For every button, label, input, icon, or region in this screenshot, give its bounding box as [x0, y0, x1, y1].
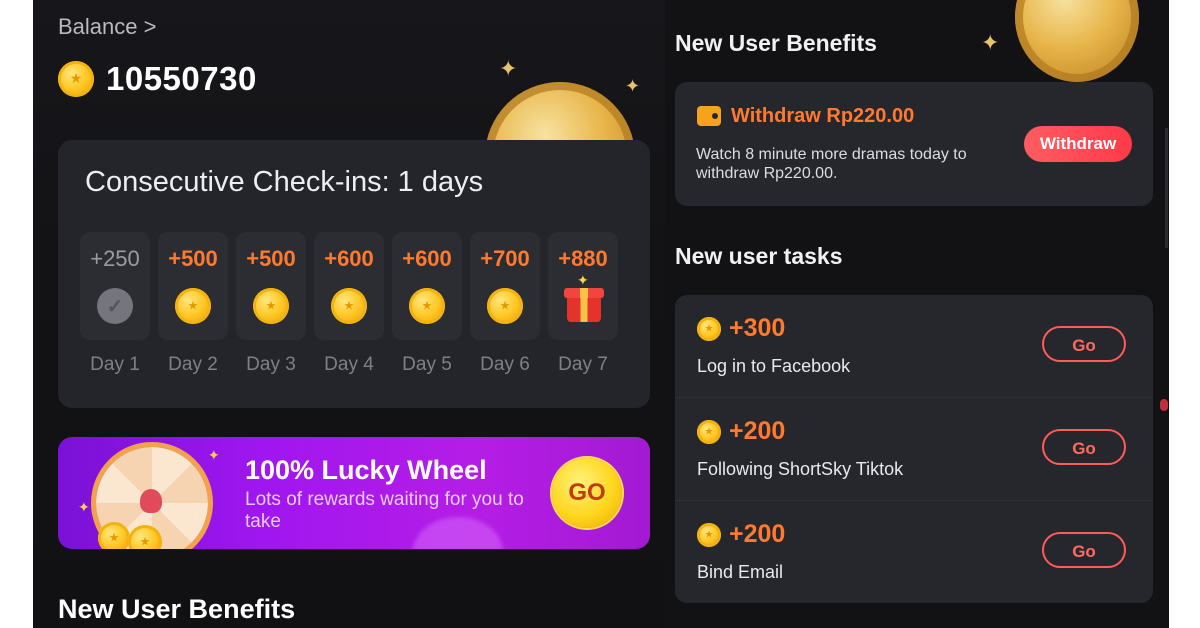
withdraw-button[interactable]: Withdraw [1024, 126, 1132, 162]
coin-icon [98, 522, 130, 549]
lucky-wheel-subtitle: Lots of rewards waiting for you to take [245, 489, 524, 532]
checkin-panel: Balance > 10550730 ✦ ✦ Consecutive Check… [33, 0, 665, 628]
balance-link[interactable]: Balance > [58, 14, 156, 40]
scrollbar[interactable] [1165, 128, 1168, 248]
sparkle-icon: ✦ [625, 76, 641, 96]
task-go-button[interactable]: Go [1042, 429, 1126, 465]
checkin-title: Consecutive Check-ins: 1 days [85, 166, 484, 198]
day-reward: +600 [402, 246, 452, 271]
day-reward: +880 [558, 246, 608, 271]
checkin-day-4[interactable]: +600 Day 4 [314, 232, 384, 375]
coin-icon [697, 420, 721, 444]
coin-icon [331, 288, 367, 324]
check-icon [97, 288, 133, 324]
section-heading: New user tasks [675, 243, 843, 269]
tasks-card: +300 Log in to Facebook Go +200 Followin… [675, 295, 1153, 603]
checkin-day-2[interactable]: +500 Day 2 [158, 232, 228, 375]
lucky-wheel-banner[interactable]: ✦ ✦ 100% Lucky Wheel Lots of rewards wai… [58, 437, 650, 549]
task-name: Bind Email [697, 562, 784, 582]
task-item: +300 Log in to Facebook Go [675, 295, 1153, 398]
sparkle-icon: ✦ [499, 56, 518, 81]
coin-icon [697, 523, 721, 547]
day-reward: +700 [480, 246, 530, 271]
task-name: Following ShortSky Tiktok [697, 459, 904, 479]
checkin-days: +250 Day 1 +500 Day 2 +500 Day 3 +600 Da… [80, 232, 618, 375]
day-label: Day 1 [90, 354, 140, 375]
sparkle-icon: ✦ [78, 499, 90, 515]
task-name: Log in to Facebook [697, 356, 851, 376]
coin-icon [487, 288, 523, 324]
checkin-day-6[interactable]: +700 Day 6 [470, 232, 540, 375]
withdraw-card: Withdraw Rp220.00 Watch 8 minute more dr… [675, 82, 1153, 206]
task-reward: +300 [729, 314, 786, 342]
day-reward: +500 [246, 246, 296, 271]
day-reward: +500 [168, 246, 218, 271]
day-reward: +250 [90, 246, 140, 271]
day-label: Day 7 [558, 354, 608, 375]
section-heading: New User Benefits [58, 594, 296, 624]
day-reward: +600 [324, 246, 374, 271]
lucky-wheel-go-button[interactable]: GO [552, 458, 622, 528]
day-label: Day 3 [246, 354, 296, 375]
wheel-prize-icon [140, 489, 162, 513]
lucky-wheel-title: 100% Lucky Wheel [245, 455, 487, 485]
sparkle-icon: ✦ [208, 447, 220, 463]
wallet-icon [697, 106, 721, 126]
task-go-button[interactable]: Go [1042, 326, 1126, 362]
coin-icon [175, 288, 211, 324]
section-heading: New User Benefits [675, 30, 877, 56]
task-go-button[interactable]: Go [1042, 532, 1126, 568]
day-label: Day 5 [402, 354, 452, 375]
notification-dot [1160, 399, 1168, 411]
gift-icon [564, 272, 604, 322]
task-item: +200 Following ShortSky Tiktok Go [675, 398, 1153, 501]
task-reward: +200 [729, 417, 786, 445]
balance-value: 10550730 [106, 60, 257, 97]
balance-row: 10550730 [58, 60, 257, 98]
day-label: Day 2 [168, 354, 218, 375]
sparkle-icon: ✦ [981, 30, 1000, 55]
day-label: Day 4 [324, 354, 374, 375]
task-reward: +200 [729, 520, 786, 548]
coin-icon [253, 288, 289, 324]
day-label: Day 6 [480, 354, 530, 375]
checkin-day-5[interactable]: +600 Day 5 [392, 232, 462, 375]
checkin-day-1[interactable]: +250 Day 1 [80, 232, 150, 375]
coin-icon [697, 317, 721, 341]
withdraw-title: Withdraw Rp220.00 [731, 105, 915, 127]
task-item: +200 Bind Email Go [675, 501, 1153, 604]
coin-icon [58, 61, 94, 97]
benefits-panel: ✦ New User Benefits Withdraw Rp220.00 Wa… [665, 0, 1169, 628]
checkin-day-3[interactable]: +500 Day 3 [236, 232, 306, 375]
checkin-day-7[interactable]: +880 Day 7 [548, 232, 618, 375]
coin-icon [409, 288, 445, 324]
decorative-coin-icon [1015, 0, 1139, 82]
checkin-card: Consecutive Check-ins: 1 days +250 Day 1… [58, 140, 650, 408]
withdraw-description: Watch 8 minute more dramas today to with… [696, 146, 967, 182]
